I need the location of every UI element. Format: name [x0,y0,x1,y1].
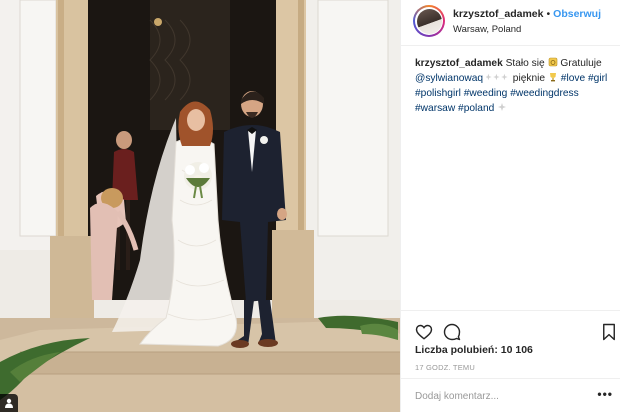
caption-username[interactable]: krzysztof_adamek [415,58,503,69]
likes-number: 10 106 [500,344,533,356]
caption-text-2: Gratuluje [560,58,602,69]
likes-count[interactable]: Liczba polubień: 10 106 [415,344,533,356]
hashtag-weeding[interactable]: #weeding [464,88,508,99]
hashtag-girl[interactable]: #girl [588,73,607,84]
username-link[interactable]: krzysztof_adamek [453,8,543,20]
caption-mention[interactable]: @sylwianowaq [415,73,483,84]
follow-button[interactable]: Obserwuj [553,8,601,20]
post-side-panel: krzysztof_adamek • Obserwuj Warsaw, Poland… [400,0,620,412]
hashtag-weedingdress[interactable]: #weedingdress [510,88,579,99]
more-options-button[interactable]: ••• [597,388,613,400]
hashtag-poland[interactable]: #poland [458,103,494,114]
caption-text-1: Stało się [505,58,545,69]
tagged-users-button[interactable] [0,394,18,412]
hashtag-warsaw[interactable]: #warsaw [415,103,455,114]
comment-bar: ••• [401,378,620,412]
trophy-emoji-icon [549,73,556,82]
heart-icon[interactable] [415,323,433,341]
bookmark-icon[interactable] [601,323,617,341]
post-caption: krzysztof_adamek Stało się Gratuluje @sy… [415,56,615,116]
avatar-image [416,8,442,34]
sparkles-emoji-icon [485,73,508,81]
user-icon [5,398,13,408]
likes-label: Liczba polubień: [415,344,498,356]
wedding-photo-image [0,0,400,412]
post-header: krzysztof_adamek • Obserwuj Warsaw, Poland [401,0,620,46]
hashtag-polishgirl[interactable]: #polishgirl [415,88,461,99]
comment-input[interactable] [415,388,575,404]
post-timestamp[interactable]: 17 godz. temu [415,363,475,372]
ring-emoji-icon [548,57,557,67]
location-link[interactable]: Warsaw, Poland [453,24,521,35]
sparkle-emoji-icon [498,103,507,111]
post-photo[interactable] [0,0,400,412]
separator-dot: • [546,8,551,20]
caption-text-3: pięknie [512,73,546,84]
avatar[interactable] [413,5,445,37]
hashtag-love[interactable]: #love [561,73,585,84]
comment-icon[interactable] [443,323,461,341]
